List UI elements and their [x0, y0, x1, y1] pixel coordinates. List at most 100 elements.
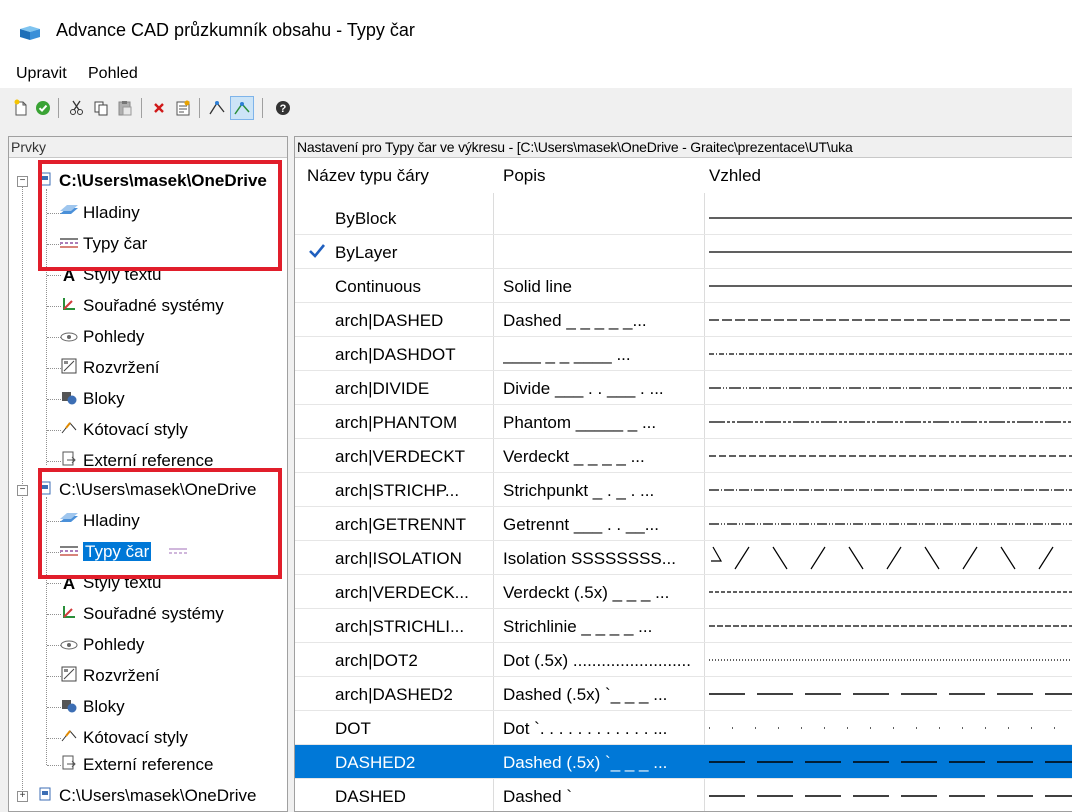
tree-item-pohledy[interactable]: Pohledy — [59, 321, 144, 352]
linetype-row[interactable]: arch|DASHED2 Dashed (.5x) `_ _ _ ... — [295, 677, 1072, 711]
highlight-box — [38, 468, 282, 579]
linetype-preview — [709, 507, 1072, 541]
linetype-description: Dashed _ _ _ _ _... — [503, 311, 647, 330]
column-header-appearance[interactable]: Vzhled — [701, 159, 1069, 193]
help-icon[interactable]: ? — [272, 97, 294, 119]
tree-item-bloky[interactable]: Bloky — [59, 691, 125, 722]
linetypes-table-pane[interactable]: Nastavení pro Typy čar ve výkresu - [C:\… — [294, 136, 1072, 812]
checkmark-icon — [307, 241, 327, 261]
linetype-name: arch|DIVIDE — [335, 379, 430, 398]
linetype-description: Divide ___ . . ___ . ... — [503, 379, 664, 398]
paste-icon[interactable] — [114, 97, 136, 119]
tree-drawing-3[interactable]: C:\Users\masek\OneDrive — [35, 780, 256, 811]
linetype-preview — [709, 745, 1072, 779]
linetype-name: ByBlock — [335, 209, 397, 228]
linetype-row[interactable]: ByLayer — [295, 235, 1072, 269]
linetype-row[interactable]: arch|VERDECKT Verdeckt _ _ _ _ ... — [295, 439, 1072, 473]
collapse-toggle[interactable]: − — [17, 485, 28, 496]
linetype-row[interactable]: arch|DOT2 Dot (.5x) .....................… — [295, 643, 1072, 677]
linetype-name: DASHED — [335, 787, 406, 806]
linetype-description: Dot (.5x) ......................... — [503, 651, 691, 670]
highlight-box — [38, 160, 282, 271]
linetype-row[interactable]: arch|STRICHLI... Strichlinie _ _ _ _ ... — [295, 609, 1072, 643]
linetype-description: Dashed ` — [503, 787, 572, 806]
drawing-file-icon — [35, 787, 55, 807]
linetype-row[interactable]: arch|STRICHP... Strichpunkt _ . _ . ... — [295, 473, 1072, 507]
svg-text:?: ? — [280, 103, 287, 115]
menu-bar: Upravit Pohled — [0, 62, 1072, 88]
linetype-row[interactable]: arch|ISOLATION Isolation SSSSSSSS... — [295, 541, 1072, 575]
menu-pohled[interactable]: Pohled — [88, 62, 138, 86]
eye-icon — [59, 328, 79, 348]
tree-item-rozvrzeni[interactable]: Rozvržení — [59, 352, 160, 383]
block-icon — [59, 697, 79, 719]
linetype-name: arch|STRICHLI... — [335, 617, 465, 636]
linetype-name: arch|ISOLATION — [335, 549, 462, 568]
tree-link-icon[interactable] — [206, 97, 228, 119]
linetype-description — [503, 201, 703, 235]
collapse-toggle[interactable]: − — [17, 176, 28, 187]
tree-item-souradne-systemy[interactable]: Souřadné systémy — [59, 290, 224, 321]
linetype-row[interactable]: DOT Dot `. . . . . . . . . . . . ... — [295, 711, 1072, 745]
column-header-description[interactable]: Popis — [495, 159, 703, 193]
check-icon[interactable] — [32, 97, 54, 119]
linetype-row[interactable]: arch|PHANTOM Phantom _____ _ ... — [295, 405, 1072, 439]
new-icon[interactable] — [10, 97, 32, 119]
expand-toggle[interactable]: + — [17, 791, 28, 802]
linetype-preview — [709, 337, 1072, 371]
linetype-preview — [709, 575, 1072, 609]
items-tree-pane[interactable]: Prvky − C:\Users\masek\OneDrive Hladiny … — [8, 136, 288, 812]
linetype-name: arch|STRICHP... — [335, 481, 460, 500]
linetype-preview — [709, 677, 1072, 711]
linetype-description: Dashed (.5x) `_ _ _ ... — [503, 753, 668, 772]
tree-search-icon[interactable] — [230, 96, 254, 120]
linetype-name: arch|PHANTOM — [335, 413, 458, 432]
linetype-description: Solid line — [503, 277, 572, 296]
linetype-name: arch|DASHED2 — [335, 685, 453, 704]
linetype-row[interactable]: arch|DASHED Dashed _ _ _ _ _... — [295, 303, 1072, 337]
linetype-description: Verdeckt _ _ _ _ ... — [503, 447, 645, 466]
copy-icon[interactable] — [90, 97, 112, 119]
linetype-preview — [709, 269, 1072, 303]
properties-icon[interactable] — [172, 97, 194, 119]
linetype-name: arch|VERDECKT — [335, 447, 466, 466]
linetype-preview — [709, 371, 1072, 405]
tree-item-bloky[interactable]: Bloky — [59, 383, 125, 414]
tree-item-rozvrzeni[interactable]: Rozvržení — [59, 660, 160, 691]
linetype-preview — [709, 201, 1072, 235]
linetype-name: ByLayer — [335, 243, 398, 262]
linetype-row[interactable]: arch|DIVIDE Divide ___ . . ___ . ... — [295, 371, 1072, 405]
tree-item-externi-reference[interactable]: Externí reference — [59, 749, 213, 780]
linetype-preview — [709, 711, 1072, 745]
column-header-name[interactable]: Název typu čáry — [299, 159, 495, 193]
block-icon — [59, 389, 79, 411]
tree-item-kotovaci-styly[interactable]: Kótovací styly — [59, 414, 188, 445]
dimension-style-icon — [59, 420, 79, 442]
linetype-row[interactable]: DASHED Dashed ` — [295, 779, 1072, 811]
menu-upravit[interactable]: Upravit — [16, 62, 67, 86]
tree-item-pohledy[interactable]: Pohledy — [59, 629, 144, 660]
linetype-description: Dashed (.5x) `_ _ _ ... — [503, 685, 668, 704]
pane-header-prvky: Prvky — [9, 137, 287, 158]
linetype-preview — [709, 779, 1072, 811]
linetype-row[interactable]: Continuous Solid line — [295, 269, 1072, 303]
linetype-row[interactable]: arch|VERDECK... Verdeckt (.5x) _ _ _ ... — [295, 575, 1072, 609]
tree-item-souradne-systemy[interactable]: Souřadné systémy — [59, 598, 224, 629]
linetype-description: Dot `. . . . . . . . . . . . ... — [503, 719, 668, 738]
linetype-description: Phantom _____ _ ... — [503, 413, 657, 432]
xref-icon — [59, 755, 79, 777]
dimension-style-icon — [59, 728, 79, 750]
linetype-row[interactable]: DASHED2 Dashed (.5x) `_ _ _ ... — [295, 745, 1072, 779]
title-bar: Advance CAD průzkumník obsahu - Typy čar — [0, 0, 1072, 62]
linetype-row[interactable]: arch|DASHDOT ____ _ _ ____ ... — [295, 337, 1072, 371]
linetype-name: arch|DOT2 — [335, 651, 418, 670]
window-title: Advance CAD průzkumník obsahu - Typy čar — [56, 20, 415, 40]
linetype-row[interactable]: ByBlock — [295, 201, 1072, 235]
delete-icon[interactable] — [148, 97, 170, 119]
cut-icon[interactable] — [66, 97, 88, 119]
linetype-preview — [709, 473, 1072, 507]
cad-cube-icon — [20, 26, 40, 40]
pane-header-settings: Nastavení pro Typy čar ve výkresu - [C:\… — [295, 137, 1072, 158]
linetype-description: Strichpunkt _ . _ . ... — [503, 481, 655, 500]
linetype-row[interactable]: arch|GETRENNT Getrennt ___ . . __... — [295, 507, 1072, 541]
